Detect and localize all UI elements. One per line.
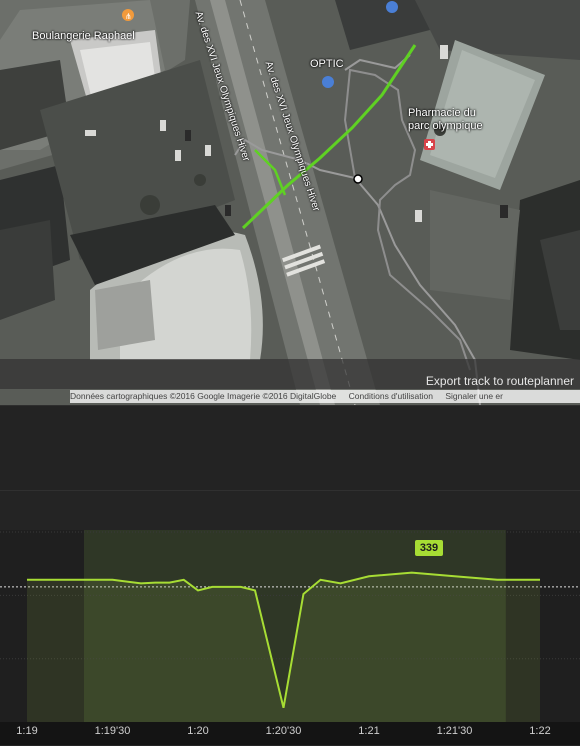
- optic-label[interactable]: OPTIC: [310, 58, 344, 70]
- x-tick-label: 1:21: [358, 725, 379, 737]
- export-bar: Export track to routeplanner: [0, 359, 580, 389]
- map-attribution: Données cartographiques ©2016 Google Ima…: [70, 390, 580, 403]
- boulangerie-label[interactable]: Boulangerie Raphael: [32, 30, 135, 42]
- peak-value-badge: 339: [415, 540, 443, 556]
- x-tick-label: 1:19: [16, 725, 37, 737]
- attribution-data: Données cartographiques ©2016 Google Ima…: [70, 391, 336, 401]
- x-tick-label: 1:22: [529, 725, 550, 737]
- x-tick-label: 1:20'30: [266, 725, 302, 737]
- x-tick-label: 1:21'30: [437, 725, 473, 737]
- satellite-map[interactable]: ⋔ Boulangerie Raphael OPTIC Pharmacie du…: [0, 0, 580, 405]
- attribution-terms-link[interactable]: Conditions d'utilisation: [349, 391, 433, 401]
- pharmacie-label-line2[interactable]: parc olympique: [408, 120, 483, 132]
- stats-panel: [0, 405, 580, 491]
- map-imagery: ⋔: [0, 0, 580, 405]
- elevation-chart[interactable]: [0, 490, 580, 745]
- x-axis-labels: 1:19 1:19'30 1:20 1:20'30 1:21 1:21'30 1:22: [0, 722, 580, 745]
- attribution-report-link[interactable]: Signaler une er: [445, 391, 503, 401]
- x-tick-label: 1:19'30: [95, 725, 131, 737]
- pharmacie-label-line1[interactable]: Pharmacie du: [408, 107, 476, 119]
- position-marker: [354, 175, 362, 183]
- svg-text:⋔: ⋔: [125, 12, 132, 21]
- export-track-button[interactable]: Export track to routeplanner: [426, 374, 574, 388]
- x-tick-label: 1:20: [187, 725, 208, 737]
